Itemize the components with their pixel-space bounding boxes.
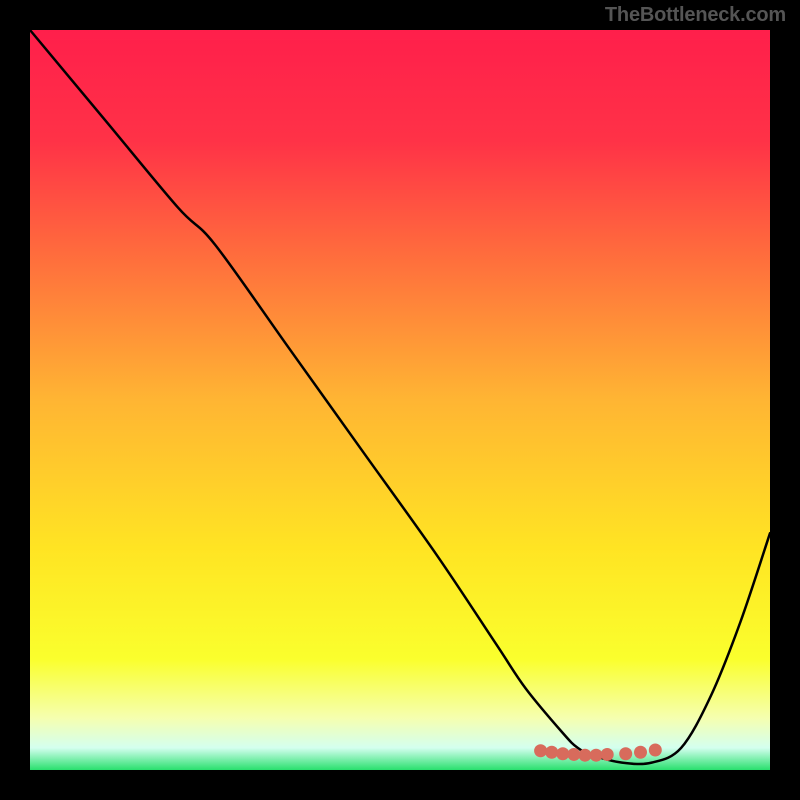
marker-point (579, 749, 592, 762)
marker-point (601, 748, 614, 761)
marker-point (567, 748, 580, 761)
bottleneck-chart (0, 0, 800, 800)
marker-point (534, 744, 547, 757)
chart-container: TheBottleneck.com (0, 0, 800, 800)
marker-point (545, 746, 558, 759)
marker-point (649, 744, 662, 757)
marker-point (619, 747, 632, 760)
marker-point (556, 747, 569, 760)
watermark: TheBottleneck.com (605, 4, 786, 27)
marker-point (634, 746, 647, 759)
plot-background (30, 30, 770, 770)
marker-point (590, 749, 603, 762)
